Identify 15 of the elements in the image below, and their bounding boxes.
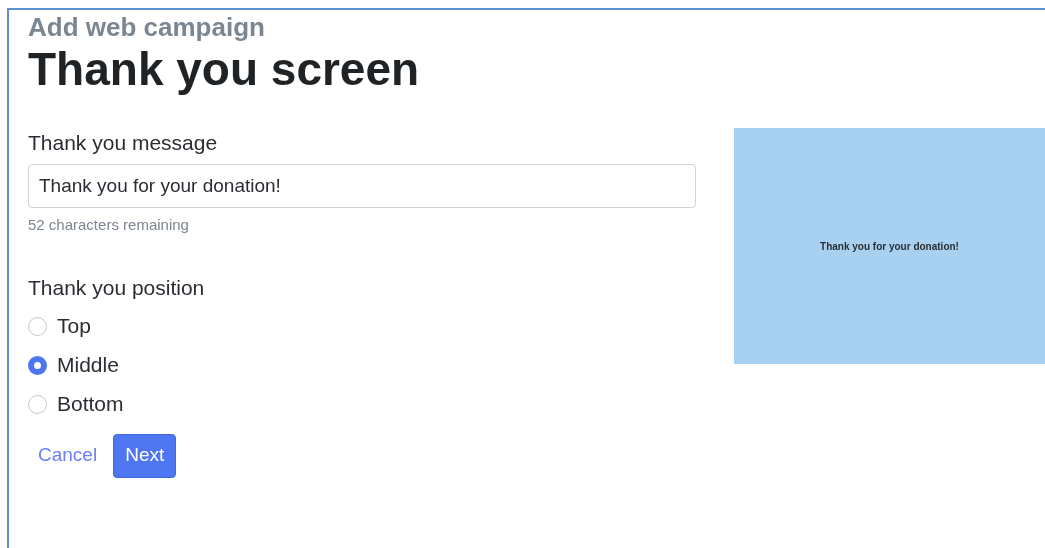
radio-label: Bottom — [57, 391, 124, 418]
preview-message: Thank you for your donation! — [820, 239, 959, 254]
page-title: Thank you screen — [28, 42, 421, 96]
radio-button[interactable] — [28, 394, 47, 414]
cancel-link[interactable]: Cancel — [38, 441, 98, 470]
page-subtitle: Add web campaign — [28, 12, 266, 42]
field-label: Thank you position — [28, 274, 206, 301]
radio-label: Top — [57, 313, 91, 340]
next-button[interactable]: Next — [113, 433, 177, 478]
message-input-field[interactable]: Thank you for your donation! — [28, 164, 696, 208]
field-label: Thank you message — [28, 130, 219, 156]
radio-button[interactable] — [28, 316, 47, 336]
characters-remaining-hint: 52 characters remaining — [28, 215, 190, 235]
radio-button[interactable] — [28, 355, 47, 375]
radio-label: Middle — [57, 352, 119, 379]
